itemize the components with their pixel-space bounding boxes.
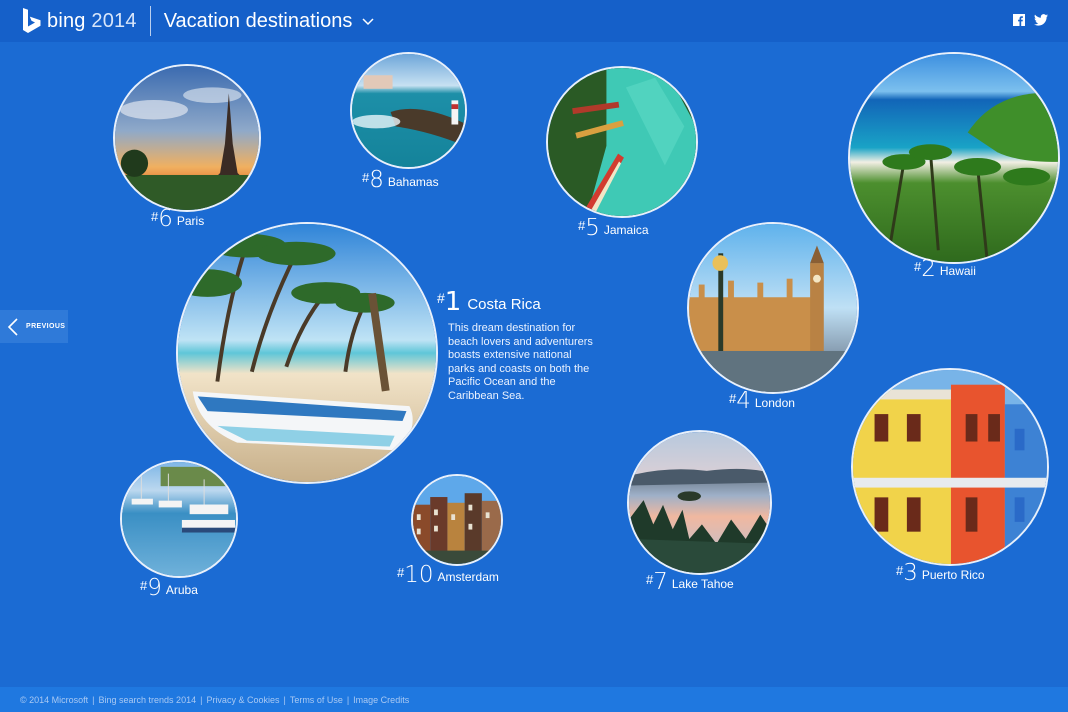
- puerto-rico-photo[interactable]: [851, 368, 1049, 566]
- london-photo[interactable]: [687, 222, 859, 394]
- rank-number: 10: [404, 562, 434, 588]
- bing-logo-icon: [23, 8, 41, 33]
- footer-separator: |: [346, 694, 350, 705]
- featured-name: Costa Rica: [467, 296, 541, 313]
- destination-label-hawaii[interactable]: #2 Hawaii: [914, 256, 976, 282]
- bing-logo[interactable]: bing 2014: [22, 0, 137, 42]
- amsterdam-photo[interactable]: [411, 474, 503, 566]
- previous-button[interactable]: PREVIOUS: [0, 310, 68, 343]
- destination-label-london[interactable]: #4 London: [729, 388, 795, 414]
- destination-label-bahamas[interactable]: #8 Bahamas: [362, 167, 439, 193]
- lake-tahoe-photo[interactable]: [627, 430, 772, 575]
- page-title: Vacation destinations: [163, 9, 353, 32]
- destination-label-paris[interactable]: #6 Paris: [151, 206, 205, 232]
- header-divider: [149, 6, 151, 36]
- rank-number: 7: [653, 569, 668, 595]
- destination-label-jamaica[interactable]: #5 Jamaica: [578, 215, 649, 241]
- rank-number: 3: [903, 560, 918, 586]
- footer-separator: |: [200, 694, 203, 705]
- facebook-icon[interactable]: [1013, 13, 1025, 31]
- featured-destination-title[interactable]: #1 Costa Rica: [437, 287, 541, 317]
- rank-number: 4: [736, 388, 751, 414]
- brand-text: bing 2014: [47, 10, 137, 33]
- destination-name: London: [754, 396, 795, 410]
- social-links: [1013, 13, 1048, 31]
- destination-name: Lake Tahoe: [671, 577, 734, 591]
- rank-number: 6: [158, 206, 173, 232]
- footer-separator: |: [92, 694, 95, 705]
- destination-name: Amsterdam: [437, 570, 499, 584]
- rank-number: 5: [585, 215, 600, 241]
- twitter-icon[interactable]: [1034, 13, 1048, 31]
- featured-description: This dream destination for beach lovers …: [448, 322, 593, 402]
- image-credits-link[interactable]: Image Credits: [353, 695, 409, 705]
- top-bar: bing 2014 Vacation destinations: [0, 0, 1068, 42]
- brand-name: bing: [47, 9, 86, 32]
- chevron-down-icon: [362, 18, 374, 26]
- bahamas-photo[interactable]: [350, 52, 467, 169]
- footer: © 2014 Microsoft | Bing search trends 20…: [0, 687, 1068, 712]
- paris-photo[interactable]: [113, 64, 261, 212]
- category-dropdown[interactable]: Vacation destinations: [164, 10, 375, 33]
- costa-rica-photo[interactable]: [176, 222, 438, 484]
- search-trends-link[interactable]: Bing search trends 2014: [99, 695, 197, 705]
- destination-name: Paris: [176, 214, 205, 228]
- destination-label-amsterdam[interactable]: #10 Amsterdam: [397, 562, 499, 588]
- brand-year: 2014: [91, 9, 137, 32]
- rank-number: 9: [147, 575, 162, 601]
- previous-label: PREVIOUS: [26, 323, 66, 330]
- aruba-photo[interactable]: [120, 460, 238, 578]
- hawaii-photo[interactable]: [848, 52, 1060, 264]
- terms-link[interactable]: Terms of Use: [290, 695, 343, 705]
- destination-name: Jamaica: [603, 223, 649, 237]
- privacy-link[interactable]: Privacy & Cookies: [206, 695, 279, 705]
- chevron-left-icon: [7, 317, 18, 336]
- destination-label-lake-tahoe[interactable]: #7 Lake Tahoe: [646, 569, 734, 595]
- destination-name: Hawaii: [939, 264, 976, 278]
- rank-number: 8: [369, 167, 384, 193]
- destination-name: Bahamas: [387, 175, 439, 189]
- destination-name: Aruba: [165, 583, 198, 597]
- copyright-text: © 2014 Microsoft: [20, 694, 89, 705]
- featured-rank: 1: [444, 287, 462, 317]
- destination-label-puerto-rico[interactable]: #3 Puerto Rico: [896, 560, 985, 586]
- rank-number: 2: [921, 256, 936, 282]
- destination-label-aruba[interactable]: #9 Aruba: [140, 575, 198, 601]
- destination-name: Puerto Rico: [921, 568, 985, 582]
- jamaica-photo[interactable]: [546, 66, 698, 218]
- footer-separator: |: [283, 694, 286, 705]
